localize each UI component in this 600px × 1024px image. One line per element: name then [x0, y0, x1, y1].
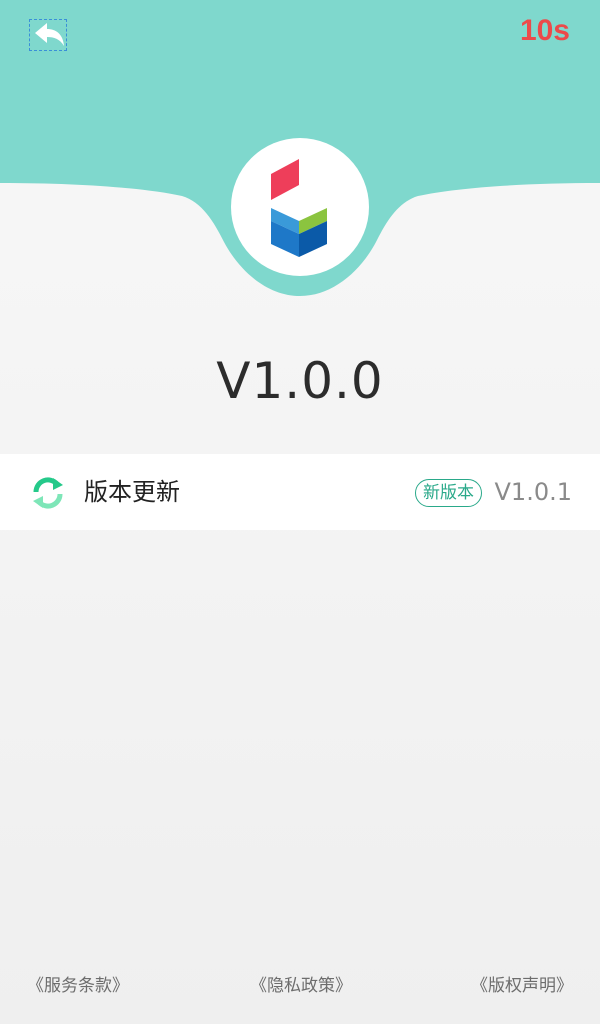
version-update-row[interactable]: 版本更新 新版本 V1.0.1 [0, 454, 600, 530]
privacy-policy-link[interactable]: 《隐私政策》 [250, 971, 352, 996]
app-logo-icon [271, 159, 327, 257]
new-version-badge: 新版本 [415, 479, 482, 507]
current-version: V1.0.0 [216, 352, 384, 410]
refresh-icon [33, 477, 63, 509]
app-logo [231, 138, 369, 276]
back-button[interactable] [29, 19, 67, 51]
copyright-notice-link[interactable]: 《版权声明》 [471, 971, 573, 996]
latest-version-value: V1.0.1 [494, 478, 572, 506]
countdown-skip-timer[interactable]: 10s [520, 14, 570, 48]
terms-of-service-link[interactable]: 《服务条款》 [27, 971, 129, 996]
version-update-label: 版本更新 [84, 478, 180, 506]
back-arrow-icon [35, 23, 64, 46]
